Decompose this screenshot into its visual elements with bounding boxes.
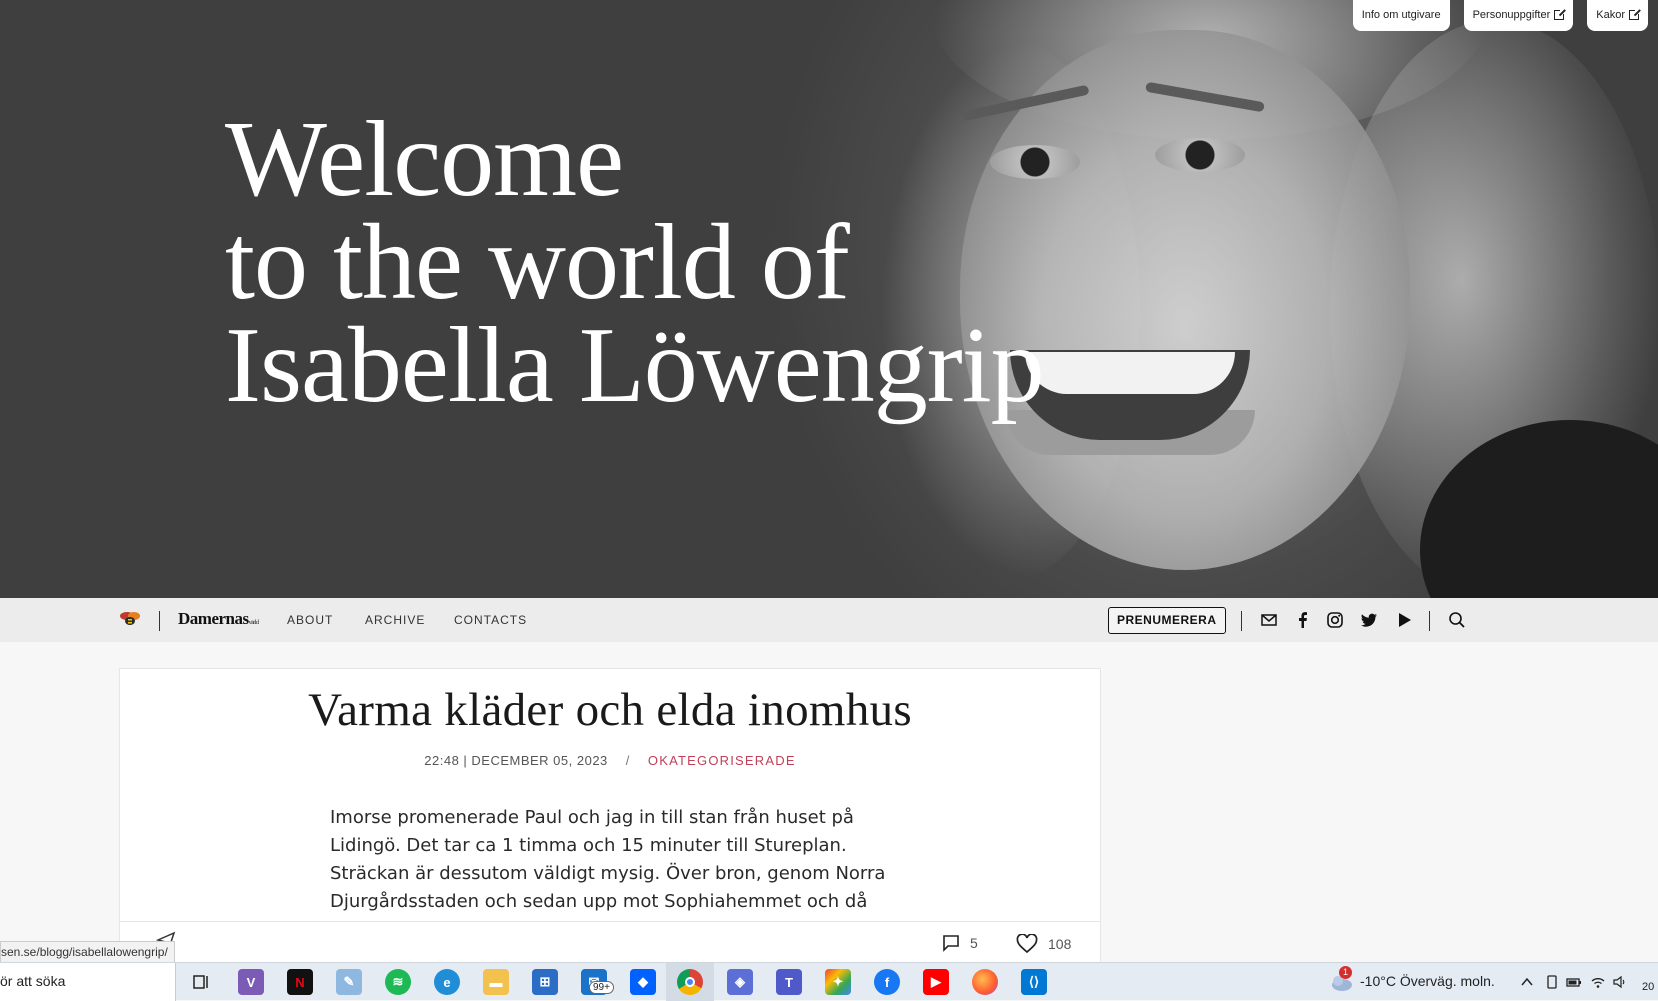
chrome-icon[interactable] xyxy=(677,969,703,995)
mail-badge: 99+ xyxy=(589,981,614,994)
like-button[interactable]: 108 xyxy=(1016,934,1071,954)
article-line: Imorse promenerade Paul och jag in till … xyxy=(330,807,854,828)
nav-about[interactable]: ABOUT xyxy=(287,613,333,627)
cookies-link[interactable]: Kakor xyxy=(1587,0,1648,31)
status-bar-url: sen.se/blogg/isabellalowengrip/ xyxy=(0,941,175,963)
paint-icon[interactable]: ✎ xyxy=(336,969,362,995)
store-icon[interactable]: ⊞ xyxy=(532,969,558,995)
brand-logo[interactable]: Damernasvärld xyxy=(178,609,259,629)
info-publisher-label: Info om utgivare xyxy=(1361,9,1441,21)
article-line: Sträckan är dessutom väldigt mysig. Över… xyxy=(330,863,886,884)
dropbox-icon[interactable]: ◆ xyxy=(630,969,656,995)
article-date: 22:48 | DECEMBER 05, 2023 xyxy=(424,753,608,768)
weather-badge: 1 xyxy=(1339,966,1352,979)
photos-icon[interactable]: ✦ xyxy=(825,969,851,995)
hero-title: Welcome to the world of Isabella Löwengr… xyxy=(225,100,1045,425)
info-publisher-link[interactable]: Info om utgivare xyxy=(1352,0,1450,31)
facebook-app-icon[interactable]: f xyxy=(874,969,900,995)
visual-studio-icon[interactable]: V xyxy=(238,969,264,995)
youtube-icon[interactable] xyxy=(1395,611,1413,629)
brand-name: Damernas xyxy=(178,609,249,628)
instagram-icon[interactable] xyxy=(1326,611,1344,629)
bee-logo-icon[interactable] xyxy=(118,610,142,628)
facebook-icon[interactable] xyxy=(1294,611,1312,629)
vscode-icon[interactable]: ⟨⟩ xyxy=(1021,969,1047,995)
search-icon[interactable] xyxy=(1448,611,1466,629)
nav-divider xyxy=(159,611,160,631)
cookies-label: Kakor xyxy=(1596,9,1625,21)
taskbar-search[interactable]: ör att söka xyxy=(0,963,176,1001)
heart-icon xyxy=(1016,934,1038,954)
external-link-icon xyxy=(1554,8,1567,20)
article-card: Varma kläder och elda inomhus 22:48 | DE… xyxy=(119,668,1101,969)
mail-icon[interactable] xyxy=(1260,611,1278,629)
comment-icon xyxy=(943,935,959,952)
article-meta: 22:48 | DECEMBER 05, 2023 / OKATEGORISERAD… xyxy=(120,753,1100,768)
top-links: Info om utgivare Personuppgifter Kakor xyxy=(1352,0,1658,31)
article-category[interactable]: OKATEGORISERADE xyxy=(648,753,796,768)
clock-fragment[interactable]: 20 xyxy=(1642,981,1654,993)
edge-icon[interactable]: e xyxy=(434,969,460,995)
article-line: Lidingö. Det tar ca 1 timma och 15 minut… xyxy=(330,835,847,856)
copilot-icon[interactable]: ◈ xyxy=(727,969,753,995)
file-explorer-icon[interactable]: ▬ xyxy=(483,969,509,995)
task-view-icon[interactable] xyxy=(188,969,214,995)
hero-title-line-3: Isabella Löwengrip xyxy=(225,306,1045,425)
twitter-icon[interactable] xyxy=(1360,611,1378,629)
teams-icon[interactable]: T xyxy=(776,969,802,995)
nav-contacts[interactable]: CONTACTS xyxy=(454,613,527,627)
article-line: Djurgårdsstaden och sedan upp mot Sophia… xyxy=(330,891,868,912)
battery-icon[interactable] xyxy=(1566,974,1582,990)
brand-suffix: värld xyxy=(248,620,259,626)
spotify-icon[interactable]: ≋ xyxy=(385,969,411,995)
subscribe-button[interactable]: PRENUMERERA xyxy=(1108,607,1226,634)
hero-eye-right xyxy=(1155,138,1245,172)
personal-data-link[interactable]: Personuppgifter xyxy=(1463,0,1574,31)
main-navbar: Damernasvärld ABOUT ARCHIVE CONTACTS PRE… xyxy=(0,598,1658,642)
hero-smile xyxy=(1025,352,1235,394)
comments-button[interactable]: 5 xyxy=(942,934,978,952)
hero-title-line-2: to the world of xyxy=(225,203,850,322)
weather-text[interactable]: -10°C Överväg. moln. xyxy=(1360,973,1495,989)
firefox-icon[interactable] xyxy=(972,969,998,995)
personal-data-label: Personuppgifter xyxy=(1472,9,1551,21)
chevron-up-icon[interactable] xyxy=(1519,974,1535,990)
meta-separator: / xyxy=(625,753,630,768)
article-title[interactable]: Varma kläder och elda inomhus xyxy=(120,683,1100,737)
device-icon[interactable] xyxy=(1544,974,1560,990)
netflix-icon[interactable]: N xyxy=(287,969,313,995)
article-body: Imorse promenerade Paul och jag in till … xyxy=(330,804,890,916)
external-link-icon xyxy=(1629,8,1641,20)
volume-icon[interactable] xyxy=(1612,974,1628,990)
hero-title-line-1: Welcome xyxy=(225,100,624,219)
nav-divider xyxy=(1241,611,1242,631)
youtube-app-icon[interactable]: ▶ xyxy=(923,969,949,995)
comments-count: 5 xyxy=(970,935,978,951)
windows-taskbar: ör att söka V N ✎ ≋ e ▬ ⊞ ✉ 99+ ◆ ◈ T ✦ … xyxy=(0,962,1658,1001)
likes-count: 108 xyxy=(1048,936,1072,952)
hero-banner: Welcome to the world of Isabella Löwengr… xyxy=(0,0,1658,598)
wifi-icon[interactable] xyxy=(1590,974,1606,990)
nav-archive[interactable]: ARCHIVE xyxy=(365,613,425,627)
nav-divider xyxy=(1429,611,1430,631)
